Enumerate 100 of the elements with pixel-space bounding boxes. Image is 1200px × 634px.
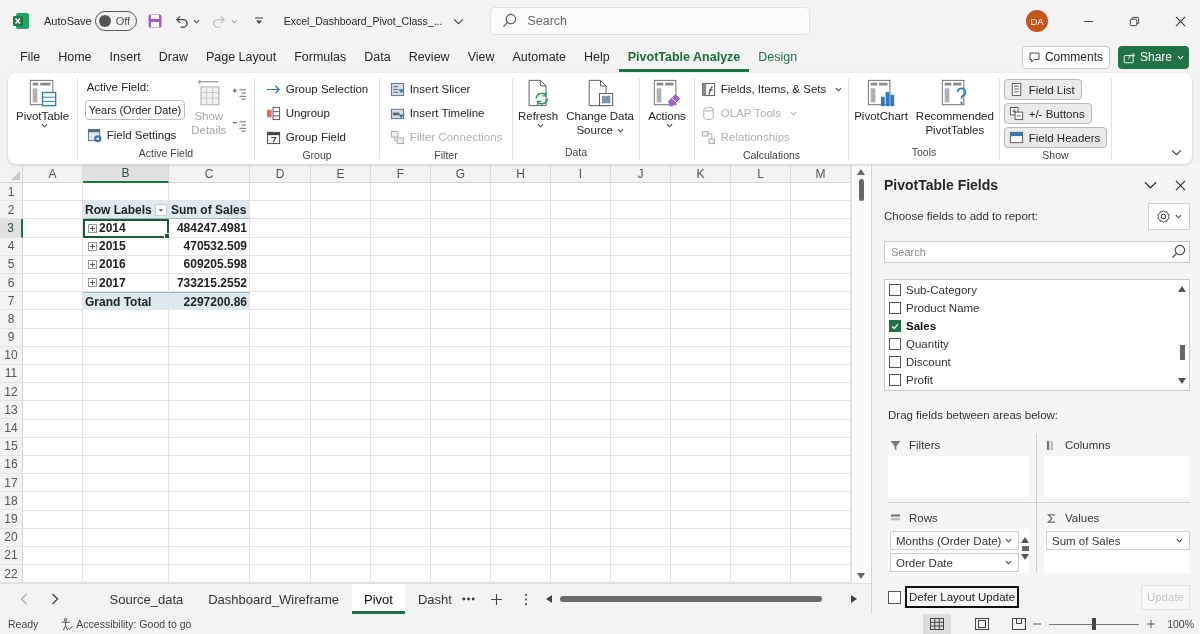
excel-logo-icon[interactable]: [12, 12, 30, 30]
checkbox[interactable]: [888, 590, 901, 604]
field-headers-toggle[interactable]: Field Headers: [1003, 127, 1108, 148]
zoom-level[interactable]: 100%: [1167, 618, 1194, 630]
scroll-up-icon[interactable]: [1021, 537, 1030, 543]
chevron-down-icon[interactable]: [1171, 149, 1182, 156]
field-list-toggle[interactable]: Field List: [1003, 79, 1082, 100]
customize-toolbar-icon[interactable]: [253, 16, 264, 26]
slider-thumb[interactable]: [1092, 618, 1097, 630]
scroll-down-icon[interactable]: [1178, 378, 1186, 384]
checkbox[interactable]: [889, 374, 901, 386]
scroll-up-icon[interactable]: [857, 169, 865, 175]
column-header[interactable]: K: [671, 165, 731, 183]
row-header[interactable]: 18: [0, 492, 23, 511]
pivot-chart-button[interactable]: PivotChart: [852, 78, 910, 145]
column-header[interactable]: E: [311, 165, 371, 183]
close-icon[interactable]: [1175, 15, 1186, 27]
ribbon-tab[interactable]: Home: [49, 42, 101, 72]
column-header[interactable]: G: [431, 165, 491, 183]
pivot-table-button[interactable]: PivotTable: [13, 78, 72, 145]
ribbon-tab[interactable]: Formulas: [285, 42, 356, 72]
buttons-toggle[interactable]: +/- Buttons: [1003, 103, 1092, 124]
checkbox[interactable]: [889, 338, 901, 350]
sheet-tab[interactable]: Source_data: [97, 584, 196, 614]
column-header[interactable]: B: [83, 165, 169, 183]
row-header[interactable]: 14: [0, 419, 23, 438]
sheet-tab[interactable]: Dashboard_Wireframe: [195, 584, 352, 614]
fields-items-sets-button[interactable]: Fields, Items, & Sets: [698, 78, 845, 100]
field-dropdown[interactable]: Sum of Sales: [1046, 531, 1190, 550]
sheet-tab[interactable]: Dasht: [405, 584, 458, 614]
expand-icon[interactable]: [88, 241, 97, 251]
scroll-down-icon[interactable]: [1021, 554, 1030, 560]
sheet-tab[interactable]: Pivot: [351, 584, 406, 614]
scroll-right-icon[interactable]: [851, 595, 857, 604]
row-header[interactable]: 1: [0, 183, 23, 202]
column-header[interactable]: L: [731, 165, 791, 183]
ribbon-tab[interactable]: Automate: [503, 42, 576, 72]
ungroup-button[interactable]: Ungroup: [263, 102, 371, 124]
accessibility-icon[interactable]: [60, 617, 74, 631]
ribbon-tab[interactable]: File: [11, 42, 50, 72]
chevron-down-icon[interactable]: [1144, 179, 1157, 191]
ribbon-tab[interactable]: Help: [575, 42, 619, 72]
undo-icon[interactable]: [173, 13, 189, 29]
ribbon-tab[interactable]: Data: [355, 42, 400, 72]
column-header[interactable]: M: [791, 165, 851, 183]
accessibility-status[interactable]: Accessibility: Good to go: [76, 618, 192, 630]
settings-button[interactable]: [1148, 202, 1190, 230]
ribbon-tab[interactable]: Review: [399, 42, 459, 72]
field-dropdown[interactable]: Order Date: [890, 553, 1020, 572]
row-header[interactable]: 7: [0, 292, 23, 311]
active-field-input[interactable]: Years (Order Date): [84, 100, 186, 120]
drop-area[interactable]: Sum of Sales: [1044, 529, 1190, 573]
scroll-down-icon[interactable]: [857, 573, 865, 580]
field-settings-button[interactable]: Field Settings: [84, 124, 186, 146]
comments-button[interactable]: Comments: [1021, 45, 1110, 69]
checkbox[interactable]: [889, 302, 901, 314]
drop-area[interactable]: Months (Order Date) Order Date: [888, 529, 1029, 573]
close-icon[interactable]: [1175, 179, 1186, 191]
checkbox[interactable]: [889, 320, 901, 332]
vertical-dots-icon[interactable]: [523, 592, 528, 606]
row-header[interactable]: 19: [0, 510, 23, 529]
chevron-right-icon[interactable]: [51, 593, 59, 606]
column-header[interactable]: H: [491, 165, 551, 183]
search-field[interactable]: Search: [490, 7, 811, 35]
column-header[interactable]: J: [611, 165, 671, 183]
column-header[interactable]: A: [23, 165, 83, 183]
ribbon-tab[interactable]: Page Layout: [196, 42, 286, 72]
column-header[interactable]: F: [371, 165, 431, 183]
restore-icon[interactable]: [1129, 15, 1140, 27]
row-header[interactable]: 17: [0, 474, 23, 493]
refresh-button[interactable]: Refresh: [515, 78, 561, 145]
scrollbar-thumb[interactable]: [1021, 546, 1029, 551]
recommended-pivot-tables-button[interactable]: Recommended PivotTables: [913, 78, 996, 145]
scrollbar-thumb[interactable]: [1179, 345, 1185, 361]
ribbon-tab[interactable]: Insert: [100, 42, 150, 72]
more-icon[interactable]: [461, 597, 475, 602]
checkbox-label[interactable]: Defer Layout Update: [905, 586, 1020, 608]
field-dropdown[interactable]: Months (Order Date): [890, 531, 1020, 550]
save-icon[interactable]: [146, 13, 163, 29]
add-icon[interactable]: [490, 593, 502, 605]
normal-view-button[interactable]: [923, 614, 952, 634]
row-header[interactable]: 2: [0, 201, 23, 220]
row-header[interactable]: 13: [0, 401, 23, 420]
row-header[interactable]: 8: [0, 310, 23, 329]
zoom-in-icon[interactable]: [1147, 620, 1156, 628]
actions-button[interactable]: Actions: [646, 78, 688, 145]
scroll-up-icon[interactable]: [1178, 286, 1186, 292]
column-header[interactable]: I: [551, 165, 611, 183]
share-button[interactable]: Share: [1117, 45, 1189, 69]
group-field-button[interactable]: Group Field: [263, 126, 371, 148]
expand-icon[interactable]: [88, 223, 97, 233]
expand-icon[interactable]: [88, 259, 97, 269]
scrollbar-thumb[interactable]: [858, 179, 864, 201]
checkbox[interactable]: [889, 356, 901, 368]
column-header[interactable]: D: [250, 165, 311, 183]
search-field[interactable]: Search: [884, 241, 1190, 263]
expand-icon[interactable]: [88, 278, 97, 288]
insert-slicer-button[interactable]: Insert Slicer: [387, 78, 505, 100]
checkbox[interactable]: [889, 284, 901, 296]
column-header[interactable]: C: [169, 165, 250, 183]
